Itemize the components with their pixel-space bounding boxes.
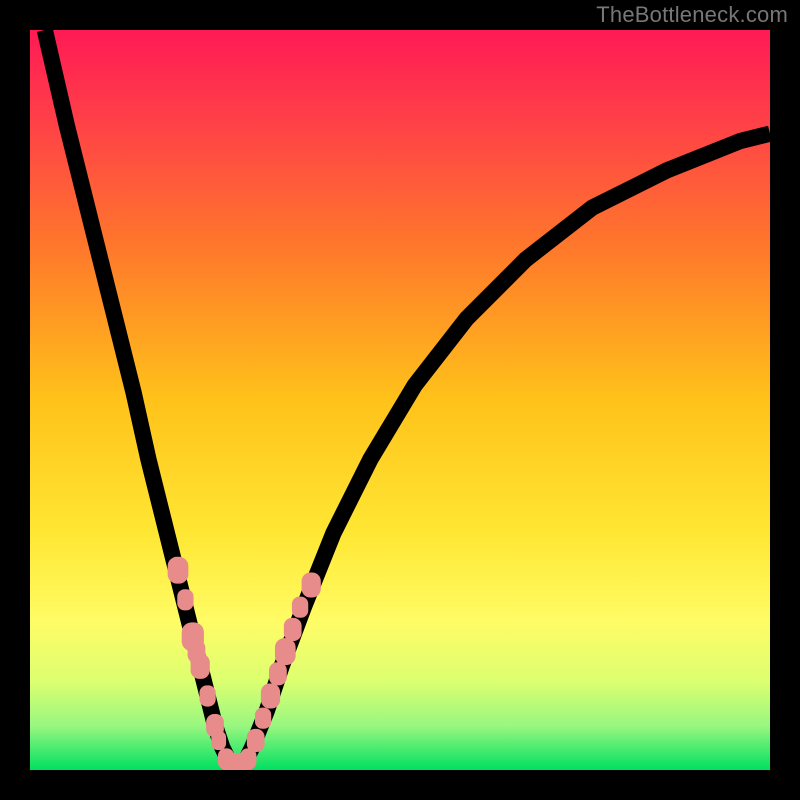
- plot-area: [30, 30, 770, 770]
- watermark-text: TheBottleneck.com: [596, 2, 788, 28]
- chart-frame: TheBottleneck.com: [0, 0, 800, 800]
- background-gradient: [30, 30, 770, 770]
